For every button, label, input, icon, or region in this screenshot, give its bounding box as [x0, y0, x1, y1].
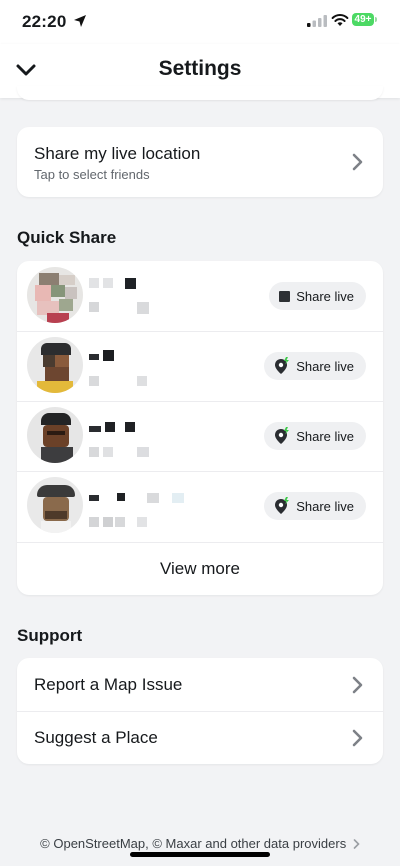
friend-row[interactable]: Share live — [17, 331, 383, 401]
friend-row[interactable]: Share live — [17, 471, 383, 541]
cellular-signal-icon — [307, 15, 327, 27]
avatar — [27, 477, 83, 533]
status-time: 22:20 — [22, 12, 67, 31]
avatar — [27, 407, 83, 463]
friend-row[interactable]: Share live — [17, 261, 383, 331]
chevron-right-icon — [353, 839, 360, 849]
attribution-text: © OpenStreetMap, © Maxar and other data … — [40, 836, 347, 851]
page-title: Settings — [158, 57, 242, 80]
share-live-label: Share live — [296, 358, 354, 374]
quick-share-card: Share live Share live Share live Share l… — [17, 261, 383, 595]
map-attribution[interactable]: © OpenStreetMap, © Maxar and other data … — [0, 836, 400, 851]
chevron-right-icon — [352, 153, 363, 171]
share-live-button[interactable]: Share live — [264, 492, 366, 520]
home-indicator — [130, 852, 270, 857]
report-map-issue-row[interactable]: Report a Map Issue — [17, 658, 383, 711]
quick-share-heading: Quick Share — [17, 228, 117, 247]
location-arrow-icon — [74, 15, 86, 27]
suggest-place-row[interactable]: Suggest a Place — [17, 711, 383, 764]
stop-square-icon — [279, 290, 291, 302]
share-live-label: Share live — [296, 288, 354, 304]
share-live-button[interactable]: Share live — [264, 352, 366, 380]
support-heading: Support — [17, 626, 83, 645]
share-live-location-title: Share my live location — [34, 144, 201, 163]
share-live-location-card[interactable]: Share my live location Tap to select fri… — [17, 127, 383, 197]
battery-icon: 49+ — [352, 13, 378, 28]
avatar — [27, 337, 83, 393]
view-more-button[interactable]: View more — [17, 543, 383, 595]
chevron-right-icon — [352, 676, 363, 694]
previous-card-edge — [17, 86, 383, 100]
chevron-right-icon — [352, 729, 363, 747]
friend-row[interactable]: Share live — [17, 401, 383, 471]
support-card: Report a Map Issue Suggest a Place — [17, 658, 383, 764]
suggest-place-label: Suggest a Place — [34, 728, 158, 747]
avatar — [27, 267, 83, 323]
status-bar: 22:20 49+ — [0, 0, 400, 44]
battery-level: 49+ — [352, 13, 374, 26]
share-live-label: Share live — [296, 428, 354, 444]
location-pin-icon — [275, 427, 290, 444]
report-map-issue-label: Report a Map Issue — [34, 675, 183, 694]
blurred-name — [89, 278, 99, 288]
location-pin-icon — [275, 357, 290, 374]
share-live-button[interactable]: Share live — [269, 282, 366, 310]
location-pin-icon — [275, 497, 290, 514]
share-live-label: Share live — [296, 498, 354, 514]
share-live-location-subtitle: Tap to select friends — [34, 167, 150, 182]
wifi-icon — [331, 14, 349, 26]
share-live-button[interactable]: Share live — [264, 422, 366, 450]
